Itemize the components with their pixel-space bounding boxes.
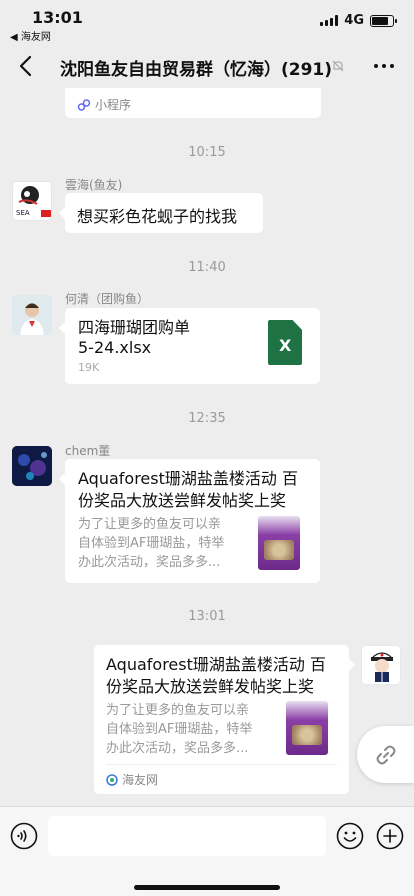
miniapp-label: 小程序 bbox=[95, 98, 132, 112]
back-icon[interactable] bbox=[14, 52, 38, 80]
avatar[interactable]: SEA bbox=[12, 181, 52, 221]
sender-name: chem董 bbox=[65, 444, 111, 458]
status-bar: 13:01 ◀ 海友网 4G bbox=[0, 0, 414, 44]
avatar[interactable] bbox=[361, 645, 401, 685]
message-bubble[interactable]: 想买彩色花蚬子的找我 bbox=[59, 193, 263, 233]
file-name-line-2: 5-24.xlsx bbox=[78, 338, 152, 357]
product-thumbnail bbox=[286, 701, 328, 755]
link-title: Aquaforest珊湖盐盖楼活动 百 bbox=[78, 469, 298, 488]
sender-name: 雲海(鱼友) bbox=[65, 178, 123, 192]
battery-icon bbox=[370, 14, 397, 27]
mute-icon bbox=[332, 60, 344, 72]
back-to-app-link[interactable]: ◀ 海友网 bbox=[10, 28, 51, 43]
source-name: 海友网 bbox=[122, 773, 159, 787]
product-thumbnail bbox=[258, 516, 300, 570]
timestamp: 13:01 bbox=[188, 609, 226, 624]
voice-icon[interactable] bbox=[10, 822, 38, 850]
link-description-line-2: 自体验到AF珊瑚盐，特举 bbox=[106, 722, 253, 737]
file-message[interactable]: 四海珊瑚团购单 5-24.xlsx 19K X bbox=[59, 308, 320, 384]
avatar[interactable] bbox=[12, 446, 52, 486]
floating-link-button[interactable] bbox=[357, 726, 414, 783]
nav-bar: 沈阳鱼友自由贸易群（忆海）(291) bbox=[0, 44, 414, 88]
status-indicators: 4G bbox=[320, 13, 397, 28]
link-title-line-2: 份奖品大放送尝鲜发帖奖上奖 bbox=[78, 491, 287, 510]
miniapp-icon bbox=[77, 98, 91, 111]
svg-text:SEA: SEA bbox=[16, 209, 30, 217]
link-title: Aquaforest珊湖盐盖楼活动 百 bbox=[106, 655, 326, 674]
emoji-icon[interactable] bbox=[336, 822, 364, 850]
file-name: 四海珊瑚团购单 bbox=[78, 318, 191, 337]
timestamp: 12:35 bbox=[188, 411, 226, 426]
link-description-line-2: 自体验到AF珊瑚盐，特举 bbox=[78, 536, 225, 551]
sender-name: 何清（团购鱼） bbox=[65, 292, 150, 306]
link-description: 为了让更多的鱼友可以亲 bbox=[106, 703, 250, 718]
link-title-line-2: 份奖品大放送尝鲜发帖奖上奖 bbox=[106, 677, 315, 696]
network-type: 4G bbox=[344, 13, 364, 28]
signal-icon bbox=[320, 15, 339, 26]
chat-title: 沈阳鱼友自由贸易群（忆海）(291) bbox=[60, 60, 333, 80]
link-card[interactable]: Aquaforest珊湖盐盖楼活动 百 份奖品大放送尝鲜发帖奖上奖 为了让更多的… bbox=[94, 645, 355, 794]
timestamp: 10:15 bbox=[188, 145, 226, 160]
status-time: 13:01 bbox=[32, 8, 83, 27]
link-description-line-3: 办此次活动，奖品多多... bbox=[78, 555, 221, 570]
input-bar bbox=[0, 806, 414, 896]
link-source: 海友网 bbox=[106, 764, 337, 788]
file-size: 19K bbox=[78, 361, 100, 374]
link-icon bbox=[376, 745, 396, 764]
excel-file-icon: X bbox=[268, 320, 302, 365]
timestamp: 11:40 bbox=[188, 260, 226, 275]
plus-icon[interactable] bbox=[376, 822, 404, 850]
message-text: 想买彩色花蚬子的找我 bbox=[77, 207, 238, 226]
miniapp-card[interactable]: 小程序 bbox=[65, 88, 321, 118]
more-icon[interactable] bbox=[374, 64, 394, 68]
source-icon bbox=[106, 773, 118, 786]
link-description-line-3: 办此次活动，奖品多多... bbox=[106, 741, 249, 756]
avatar[interactable] bbox=[12, 295, 52, 335]
link-description: 为了让更多的鱼友可以亲 bbox=[78, 517, 222, 532]
home-indicator[interactable] bbox=[134, 885, 280, 890]
link-card[interactable]: Aquaforest珊湖盐盖楼活动 百 份奖品大放送尝鲜发帖奖上奖 为了让更多的… bbox=[59, 459, 320, 583]
message-input[interactable] bbox=[48, 816, 326, 856]
chat-area[interactable]: 小程序 10:15 SEA 雲海(鱼友) 想买彩色花蚬子的找我 11:40 何清… bbox=[0, 88, 414, 806]
